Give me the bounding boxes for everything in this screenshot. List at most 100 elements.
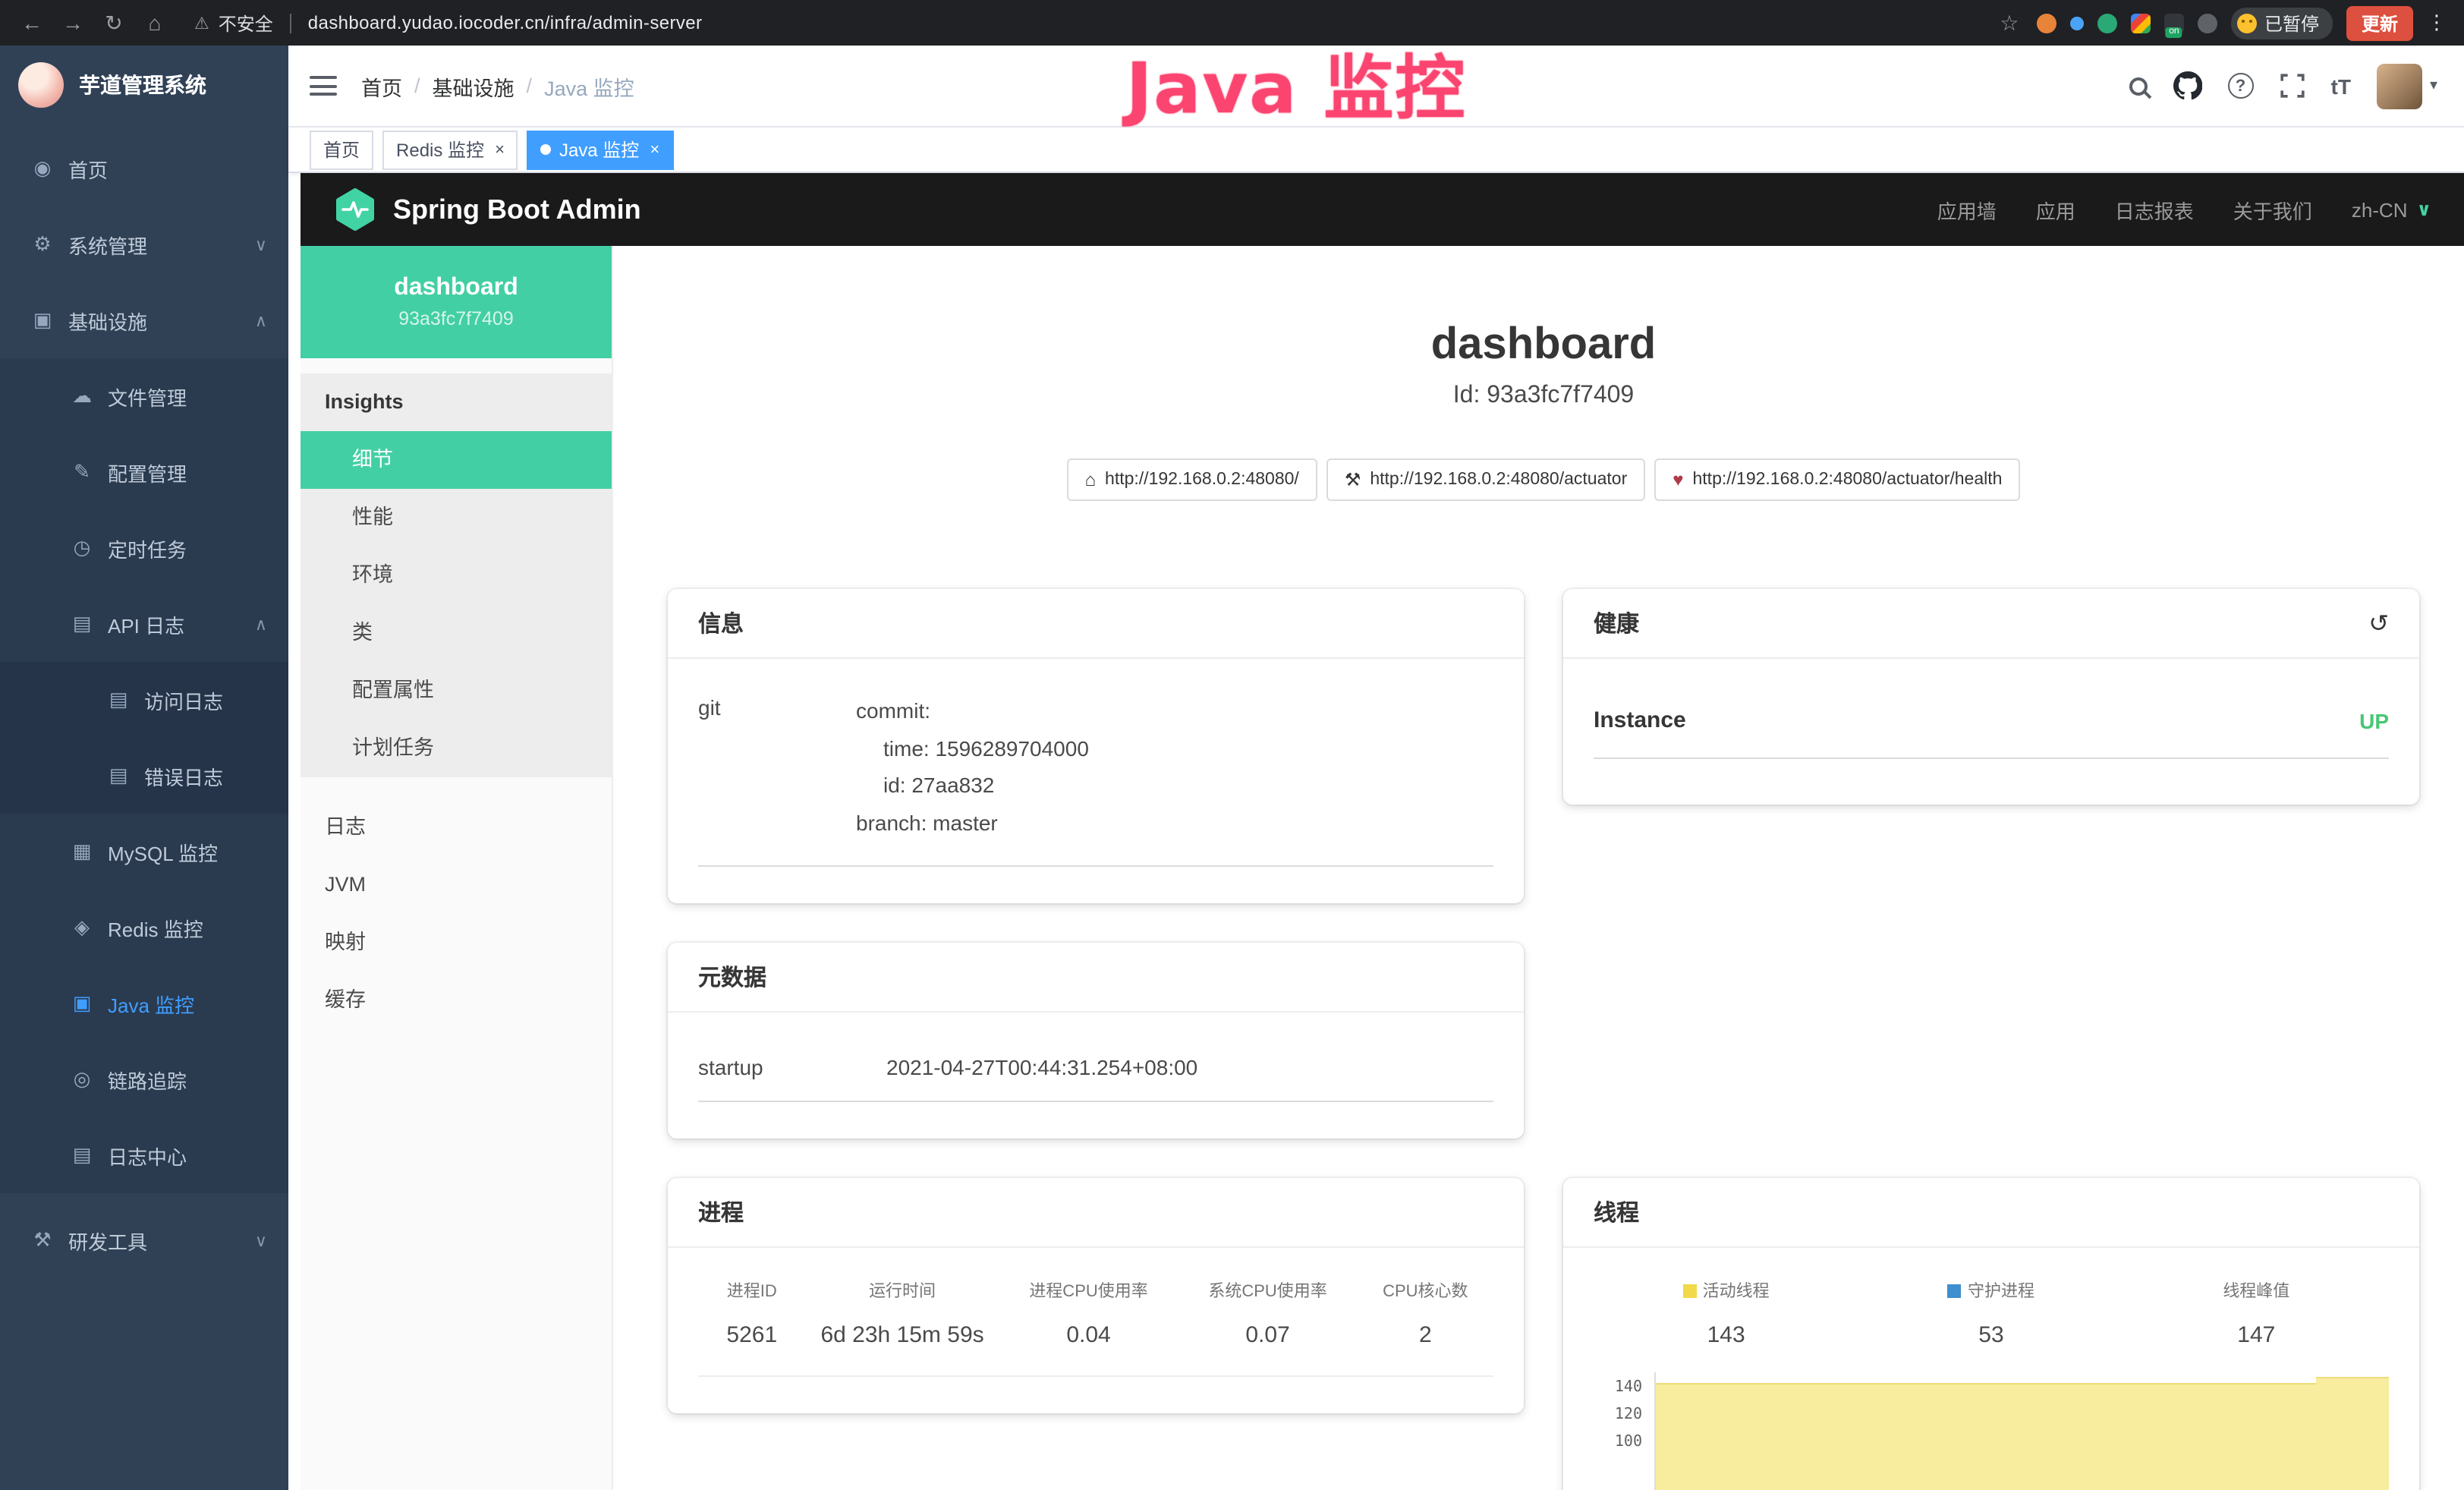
breadcrumb-infra[interactable]: 基础设施: [433, 71, 515, 101]
reload-icon[interactable]: ↻: [100, 10, 127, 36]
sidebar-item-error-logs[interactable]: ▤ 错误日志: [0, 738, 288, 814]
sidebar-item-home[interactable]: ◉ 首页: [0, 131, 288, 206]
sidebar-item-dev-tools[interactable]: ⚒ 研发工具 ∨: [0, 1202, 288, 1278]
sba-nav-journal[interactable]: 日志报表: [2115, 195, 2194, 224]
forward-icon[interactable]: →: [59, 11, 87, 35]
sidebar-item-label: API 日志: [108, 610, 184, 638]
close-icon[interactable]: ×: [495, 140, 505, 159]
service-url-button[interactable]: ⌂ http://192.168.0.2:48080/: [1067, 458, 1317, 501]
sba-item-details[interactable]: 细节: [301, 431, 612, 489]
extension-on-badge: on: [2166, 27, 2182, 37]
address-bar[interactable]: ⚠ 不安全 dashboard.yudao.iocoder.cn/infra/a…: [194, 10, 1982, 36]
dashboard-icon: ◉: [30, 156, 55, 181]
tab-redis-monitor[interactable]: Redis 监控 ×: [382, 130, 518, 169]
breadcrumb: 首页 / 基础设施 / Java 监控: [361, 71, 634, 101]
sba-item-classes[interactable]: 类: [301, 604, 612, 662]
sidebar-item-label: Java 监控: [108, 989, 194, 1018]
hamburger-icon[interactable]: [310, 76, 337, 96]
threads-card-body: 活动线程 143 守护进程: [1563, 1248, 2419, 1490]
sba-item-configprops[interactable]: 配置属性: [301, 662, 612, 720]
metadata-card-title: 元数据: [668, 943, 1524, 1013]
text-size-icon[interactable]: tT: [2331, 74, 2351, 98]
sba-nav-about[interactable]: 关于我们: [2233, 195, 2312, 224]
sba-item-scheduled-tasks[interactable]: 计划任务: [301, 720, 612, 777]
sba-item-mappings[interactable]: 映射: [301, 914, 612, 972]
help-icon[interactable]: ?: [2228, 73, 2254, 99]
threads-stats: 活动线程 143 守护进程: [1594, 1266, 2389, 1348]
sidebar-item-label: 链路追踪: [108, 1065, 187, 1094]
sidebar-item-redis-monitor[interactable]: ◈ Redis 监控: [0, 890, 288, 966]
extension-icon-5[interactable]: on: [2164, 13, 2184, 33]
breadcrumb-home[interactable]: 首页: [361, 71, 402, 101]
sidebar-item-file-mgmt[interactable]: ☁ 文件管理: [0, 358, 288, 434]
sidebar-item-access-logs[interactable]: ▤ 访问日志: [0, 662, 288, 738]
info-row-label: git: [698, 692, 856, 841]
tab-home[interactable]: 首页: [310, 130, 373, 169]
sba-item-metrics[interactable]: 性能: [301, 489, 612, 547]
process-stat-uptime: 运行时间 6d 23h 15m 59s: [806, 1278, 999, 1348]
sba-item-jvm[interactable]: JVM: [301, 856, 612, 914]
bookmark-star-icon[interactable]: ☆: [1996, 10, 2023, 36]
extension-icon-4[interactable]: [2131, 13, 2151, 33]
health-url-button[interactable]: ♥ http://192.168.0.2:48080/actuator/heal…: [1654, 458, 2020, 501]
sba-locale-select[interactable]: zh-CN ∨: [2352, 198, 2431, 221]
browser-menu-icon[interactable]: ⋮: [2427, 11, 2447, 35]
heart-icon: ♥: [1673, 469, 1683, 490]
tab-java-monitor[interactable]: Java 监控 ×: [527, 130, 673, 169]
user-menu[interactable]: ▾: [2377, 63, 2437, 109]
sidebar-item-tracing[interactable]: ◎ 链路追踪: [0, 1041, 288, 1117]
extension-icon-3[interactable]: [2097, 13, 2117, 33]
sba-instance-block[interactable]: dashboard 93a3fc7f7409: [301, 246, 612, 358]
screenshot-root: ← → ↻ ⌂ ⚠ 不安全 dashboard.yudao.iocoder.cn…: [0, 0, 2464, 1490]
threads-chart: 140 120 100: [1594, 1372, 2389, 1490]
process-card: 进程 进程ID 5261 运行时间: [668, 1178, 1524, 1413]
sidebar-item-api-logs[interactable]: ▤ API 日志 ∧: [0, 586, 288, 662]
back-icon[interactable]: ←: [18, 11, 46, 35]
github-icon[interactable]: [2173, 71, 2202, 100]
sidebar-item-label: MySQL 监控: [108, 837, 218, 866]
threads-stat-peak: 线程峰值 147: [2124, 1278, 2389, 1348]
sba-item-environment[interactable]: 环境: [301, 547, 612, 604]
sba-nav-links: 应用墙 应用 日志报表 关于我们 zh-CN ∨: [1937, 195, 2431, 224]
extension-icon-2[interactable]: [2070, 16, 2084, 30]
history-icon[interactable]: ↺: [2368, 608, 2389, 638]
infra-icon: ▣: [30, 308, 55, 332]
tab-label: Java 监控: [559, 137, 639, 162]
sidebar-item-config-mgmt[interactable]: ✎ 配置管理: [0, 434, 288, 510]
sba-item-caches[interactable]: 缓存: [301, 972, 612, 1029]
sba-instance-name: dashboard: [394, 275, 518, 302]
sidebar-item-scheduled-jobs[interactable]: ◷ 定时任务: [0, 510, 288, 586]
chevron-down-icon: ∨: [255, 235, 267, 254]
sidebar-item-system[interactable]: ⚙ 系统管理 ∨: [0, 206, 288, 282]
sba-item-logs[interactable]: 日志: [301, 799, 612, 856]
sidebar-item-infra[interactable]: ▣ 基础设施 ∧: [0, 282, 288, 358]
wrench-icon: ⚒: [1345, 469, 1361, 490]
app-logo[interactable]: 芋道管理系统: [0, 46, 288, 124]
health-instance-row: Instance UP: [1594, 677, 2389, 759]
actuator-url-button[interactable]: ⚒ http://192.168.0.2:48080/actuator: [1326, 458, 1645, 501]
sba-brand[interactable]: Spring Boot Admin: [334, 188, 641, 231]
doc-icon: ▤: [106, 764, 131, 788]
sidebar-item-label: Redis 监控: [108, 913, 203, 942]
sidebar-item-log-center[interactable]: ▤ 日志中心: [0, 1117, 288, 1193]
sba-menu: Insights 细节 性能 环境 类 配置属性 计划任务 日志 JVM 映射 …: [301, 373, 612, 1029]
info-card-title: 信息: [668, 589, 1524, 659]
sidebar-item-mysql-monitor[interactable]: ▦ MySQL 监控: [0, 814, 288, 890]
sidebar-item-java-monitor[interactable]: ▣ Java 监控: [0, 966, 288, 1041]
extension-icon-1[interactable]: [2037, 13, 2056, 33]
home-icon[interactable]: ⌂: [141, 11, 168, 35]
sidebar-item-label: 访问日志: [144, 685, 223, 714]
search-icon[interactable]: [2129, 77, 2148, 95]
sba-nav-applications[interactable]: 应用: [2036, 195, 2075, 224]
extension-icon-6[interactable]: [2198, 13, 2217, 33]
chevron-up-icon: ∧: [255, 310, 267, 330]
close-icon[interactable]: ×: [650, 140, 659, 159]
card-title: 元数据: [698, 961, 766, 993]
profile-paused-badge[interactable]: 已暂停: [2231, 7, 2333, 39]
app-logo-title: 芋道管理系统: [79, 70, 206, 100]
metadata-value: 2021-04-27T00:44:31.254+08:00: [886, 1055, 1197, 1079]
fullscreen-icon[interactable]: [2280, 73, 2305, 99]
sba-content: dashboard Id: 93a3fc7f7409 ⌂ http://192.…: [613, 246, 2464, 1490]
sba-nav-wallboard[interactable]: 应用墙: [1937, 195, 1997, 224]
chrome-update-button[interactable]: 更新: [2346, 5, 2413, 40]
